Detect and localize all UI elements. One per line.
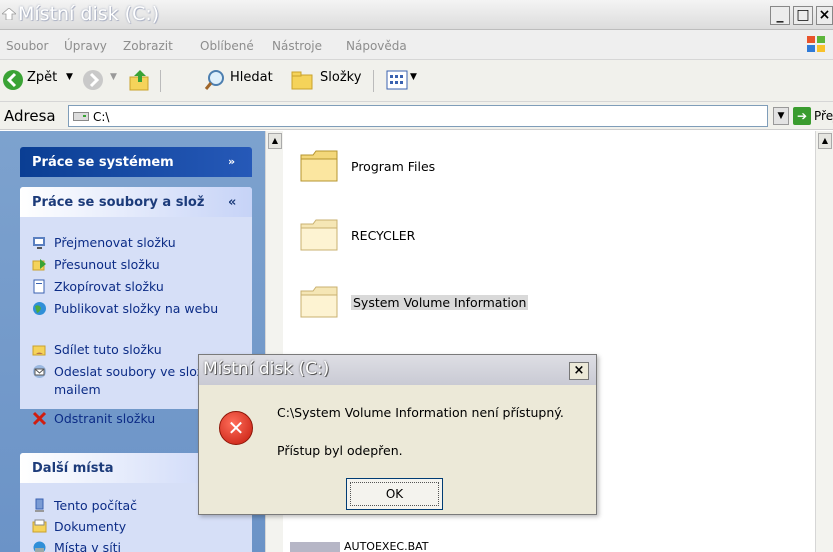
minimize-button[interactable]: _	[770, 6, 790, 25]
views-dropdown-icon[interactable]: ▼	[410, 72, 417, 82]
menu-bar: Soubor Úpravy Zobrazit Oblíbené Nástroje…	[0, 30, 833, 60]
dialog-message: C:\System Volume Information není přístu…	[277, 405, 564, 420]
ok-button[interactable]: OK	[346, 478, 443, 510]
other-places-title: Další místa	[32, 461, 114, 476]
expand-chevron-icon[interactable]: »	[228, 155, 235, 168]
error-dialog: Místní disk (C:) × ✕ C:\System Volume In…	[198, 354, 597, 515]
forward-dropdown-icon[interactable]: ▼	[110, 72, 117, 82]
address-label: Adresa	[4, 107, 56, 125]
collapse-chevron-icon[interactable]: «	[228, 195, 236, 210]
search-button[interactable]: Hledat	[230, 70, 273, 85]
go-arrow-icon[interactable]: ➔	[793, 107, 811, 125]
forward-arrow-icon[interactable]	[82, 69, 104, 91]
scroll-up-arrow-icon[interactable]: ▲	[268, 133, 282, 149]
focus-rectangle	[350, 482, 439, 506]
file-item[interactable]: AUTOEXEC.BAT	[290, 540, 429, 552]
rename-icon	[33, 237, 45, 249]
close-button[interactable]: ×	[816, 6, 833, 25]
computer-icon	[35, 498, 44, 512]
file-tasks-title: Práce se soubory a slož	[32, 195, 205, 210]
up-folder-icon[interactable]	[128, 68, 152, 92]
toolbar-separator	[160, 70, 161, 92]
menu-nastroje[interactable]: Nástroje	[272, 39, 322, 53]
documents-icon	[32, 519, 47, 533]
folder-name: Program Files	[351, 159, 436, 174]
delete-icon	[32, 411, 47, 426]
dialog-title: Místní disk (C:)	[203, 359, 330, 379]
file-name: AUTOEXEC.BAT	[344, 540, 429, 552]
folder-icon	[300, 150, 338, 182]
menu-upravy[interactable]: Úpravy	[64, 39, 107, 53]
search-icon[interactable]	[204, 69, 226, 91]
address-value: C:\	[93, 110, 110, 124]
move-icon	[32, 259, 46, 271]
go-button[interactable]: Přejít	[814, 109, 833, 123]
menu-oblibene[interactable]: Oblíbené	[200, 39, 254, 53]
bat-file-icon	[290, 542, 340, 552]
drive-icon	[73, 112, 89, 121]
folders-button[interactable]: Složky	[320, 70, 361, 85]
menu-zobrazit[interactable]: Zobrazit	[123, 39, 173, 53]
share-icon	[32, 345, 46, 356]
mail-icon	[33, 365, 46, 378]
globe-icon	[33, 302, 46, 315]
file-tasks-header[interactable]: Práce se soubory a slož «	[20, 187, 252, 217]
toolbar-separator	[373, 70, 374, 92]
system-tasks-title: Práce se systémem	[32, 155, 174, 170]
copy-icon	[33, 279, 45, 294]
system-tasks-header[interactable]: Práce se systémem »	[20, 147, 252, 177]
address-dropdown-icon[interactable]: ▼	[773, 107, 789, 125]
folder-name: RECYCLER	[351, 228, 416, 243]
back-button[interactable]: Zpět	[27, 70, 57, 85]
views-icon[interactable]	[386, 70, 408, 90]
scroll-up-arrow-icon[interactable]: ▲	[818, 133, 832, 149]
window-titlebar[interactable]: Místní disk (C:) _ □ ×	[0, 0, 833, 30]
filelist-scrollbar[interactable]: ▲	[815, 131, 833, 552]
network-icon	[33, 541, 46, 552]
menu-soubor[interactable]: Soubor	[6, 39, 48, 53]
folder-icon	[300, 219, 338, 251]
folder-icon	[300, 286, 338, 318]
maximize-button[interactable]: □	[793, 6, 813, 25]
dialog-detail: Přístup byl odepřen.	[277, 443, 403, 458]
drive-icon	[2, 8, 16, 20]
menu-napoveda[interactable]: Nápověda	[346, 39, 407, 53]
address-bar: Adresa C:\ ▼ ➔ Přejít	[0, 102, 833, 130]
address-input[interactable]: C:\	[68, 105, 768, 127]
back-dropdown-icon[interactable]: ▼	[66, 72, 73, 82]
folders-icon[interactable]	[290, 69, 314, 91]
error-icon: ✕	[219, 411, 253, 445]
folder-name: System Volume Information	[351, 295, 529, 310]
toolbar: Zpět ▼ ▼ Hledat Složky ▼	[0, 60, 833, 102]
dialog-close-button[interactable]: ×	[569, 362, 589, 380]
dialog-titlebar[interactable]: Místní disk (C:) ×	[199, 355, 596, 385]
back-arrow-icon[interactable]	[2, 69, 24, 91]
window-title: Místní disk (C:)	[18, 3, 160, 25]
windows-logo-icon	[807, 36, 825, 52]
